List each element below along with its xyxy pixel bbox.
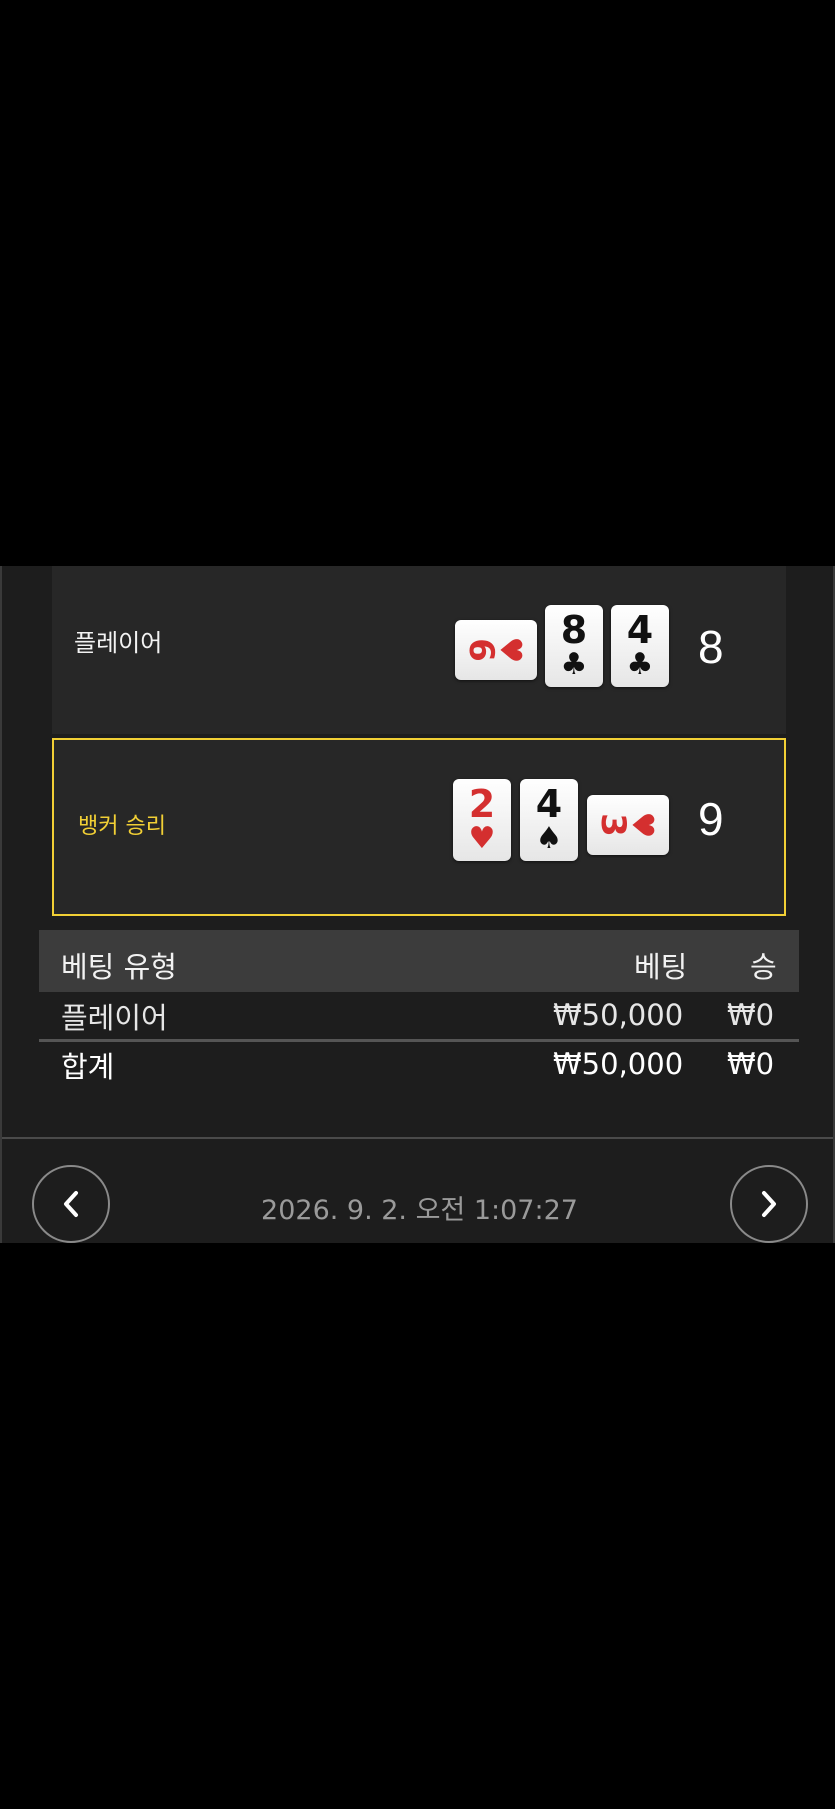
- player-total: 8: [698, 621, 724, 673]
- header-bet: 베팅: [634, 950, 688, 984]
- banker-card-3: 3 ♥: [587, 795, 669, 855]
- total-bet-amount: ₩50,000: [553, 1047, 684, 1081]
- row-win-amount: ₩0: [727, 998, 775, 1032]
- player-card-2: 8 ♣: [545, 605, 603, 687]
- banker-card-1: 2 ♥: [453, 779, 511, 861]
- total-label: 합계: [61, 1050, 115, 1084]
- player-card-1: 6 ♥: [455, 620, 537, 680]
- row-bet-amount: ₩50,000: [553, 998, 684, 1032]
- banker-win-label: 뱅커 승리: [78, 814, 166, 839]
- player-label: 플레이어: [74, 629, 163, 657]
- footer-divider: [2, 1137, 833, 1139]
- row-divider: [39, 1039, 799, 1042]
- total-win-amount: ₩0: [727, 1047, 775, 1081]
- banker-card-2: 4 ♠: [520, 779, 578, 861]
- header-win: 승: [750, 950, 777, 984]
- banker-hand-row: 뱅커 승리 2 ♥ 4 ♠ 3 ♥ 9: [52, 738, 786, 916]
- row-bet-type: 플레이어: [61, 1001, 168, 1035]
- next-round-button[interactable]: [730, 1165, 808, 1243]
- player-card-3: 4 ♣: [611, 605, 669, 687]
- chevron-right-icon: [762, 1191, 776, 1217]
- game-history-panel: 플레이어 6 ♥ 8 ♣ 4 ♣ 8 뱅커 승리 2 ♥ 4 ♠ 3 ♥ 9 베…: [0, 566, 835, 1243]
- header-bet-type: 베팅 유형: [61, 950, 177, 984]
- player-hand-row: 플레이어 6 ♥ 8 ♣ 4 ♣ 8: [52, 566, 786, 734]
- banker-total: 9: [698, 793, 724, 845]
- bet-table-header: 베팅 유형 베팅 승: [39, 930, 799, 992]
- round-timestamp: 2026. 9. 2. 오전 1:07:27: [261, 1195, 578, 1226]
